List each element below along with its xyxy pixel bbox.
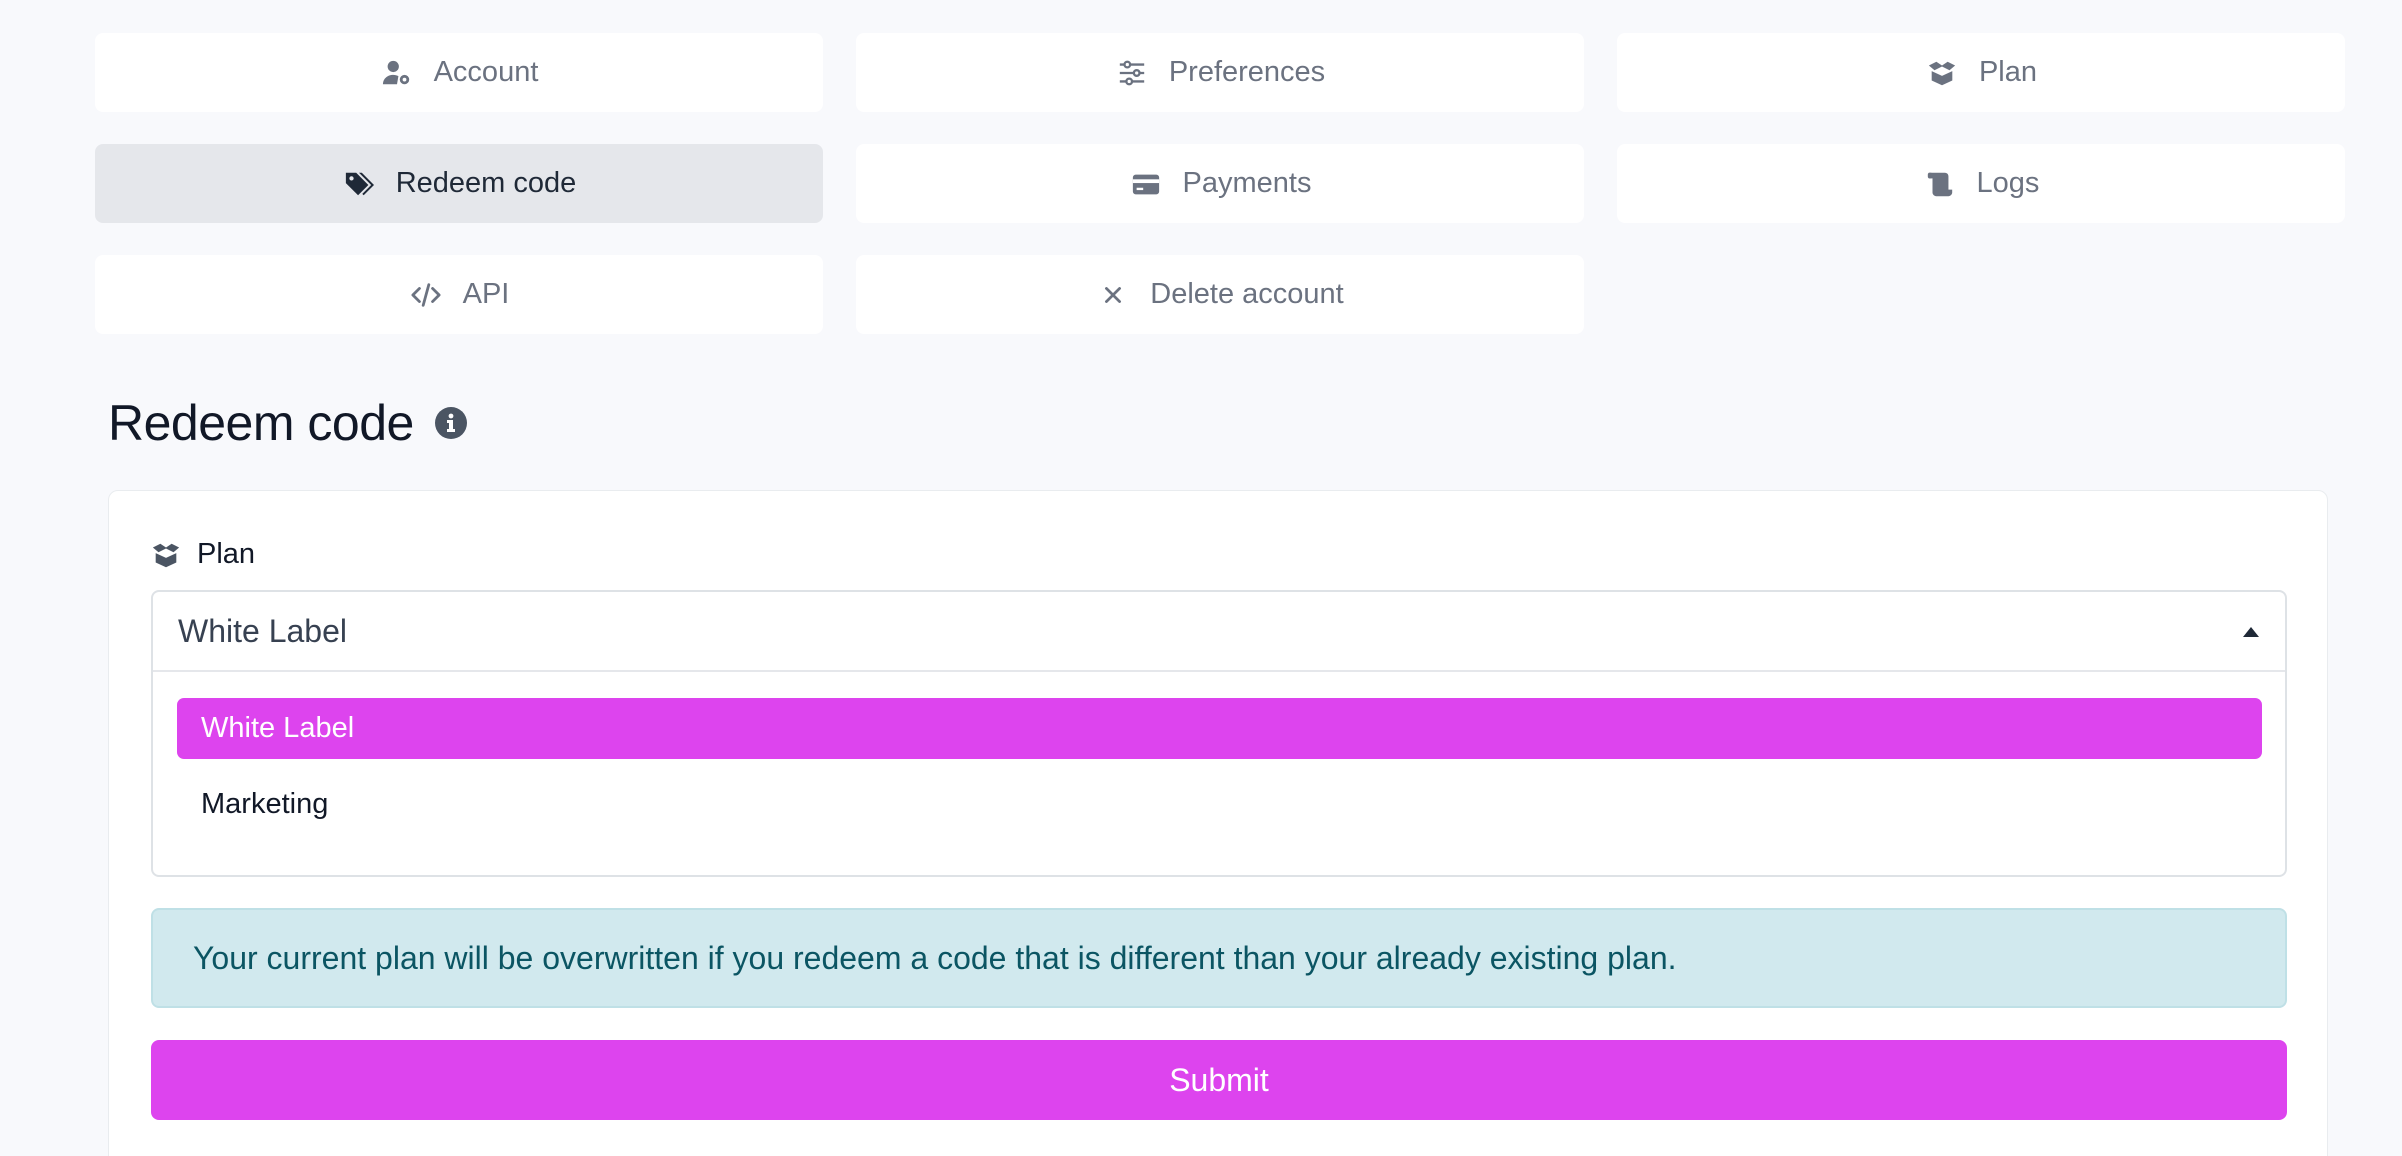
notice-text: Your current plan will be overwritten if… xyxy=(193,939,1677,976)
plan-select[interactable]: White Label White Label Marketing xyxy=(151,590,2287,877)
nav-preferences-label: Preferences xyxy=(1168,56,1326,88)
nav-payments-button[interactable]: Payments xyxy=(856,144,1584,223)
close-icon xyxy=(1096,278,1130,312)
nav-redeem-code-button[interactable]: Redeem code xyxy=(95,144,823,223)
box-open-icon xyxy=(151,540,181,570)
submit-button[interactable]: Submit xyxy=(151,1040,2287,1120)
plan-label-text: Plan xyxy=(197,538,256,570)
nav-logs-label: Logs xyxy=(1976,167,2040,199)
tags-icon xyxy=(342,167,376,201)
nav-delete-account-button[interactable]: Delete account xyxy=(856,255,1584,334)
plan-option-white-label[interactable]: White Label xyxy=(177,698,2262,759)
nav-plan-label: Plan xyxy=(1978,56,2038,88)
plan-option-label: Marketing xyxy=(201,788,329,820)
box-open-icon xyxy=(1925,56,1959,90)
plan-select-value: White Label xyxy=(178,612,347,649)
scroll-icon xyxy=(1923,167,1957,201)
plan-option-marketing[interactable]: Marketing xyxy=(177,774,2262,835)
nav-account-button[interactable]: Account xyxy=(95,33,823,112)
sliders-icon xyxy=(1115,56,1149,90)
nav-redeem-code-label: Redeem code xyxy=(395,167,577,199)
plan-overwrite-notice: Your current plan will be overwritten if… xyxy=(151,908,2287,1008)
nav-logs-button[interactable]: Logs xyxy=(1617,144,2345,223)
user-gear-icon xyxy=(380,56,414,90)
chevron-up-icon xyxy=(2243,627,2259,637)
nav-preferences-button[interactable]: Preferences xyxy=(856,33,1584,112)
nav-api-label: API xyxy=(462,278,510,310)
info-icon[interactable] xyxy=(434,406,468,440)
credit-card-icon xyxy=(1129,167,1163,201)
settings-page: Account Preferences Plan Redeem code Pay… xyxy=(0,0,2402,1156)
plan-select-current[interactable]: White Label xyxy=(153,592,2285,672)
nav-delete-account-label: Delete account xyxy=(1150,278,1344,310)
page-title: Redeem code xyxy=(108,395,414,451)
plan-field-label: Plan xyxy=(151,538,255,571)
code-icon xyxy=(409,278,443,312)
page-title-row: Redeem code xyxy=(108,394,468,452)
settings-nav: Account Preferences Plan Redeem code Pay… xyxy=(95,33,2345,334)
nav-payments-label: Payments xyxy=(1182,167,1312,199)
nav-account-label: Account xyxy=(433,56,539,88)
nav-api-button[interactable]: API xyxy=(95,255,823,334)
plan-option-label: White Label xyxy=(201,712,355,744)
nav-plan-button[interactable]: Plan xyxy=(1617,33,2345,112)
